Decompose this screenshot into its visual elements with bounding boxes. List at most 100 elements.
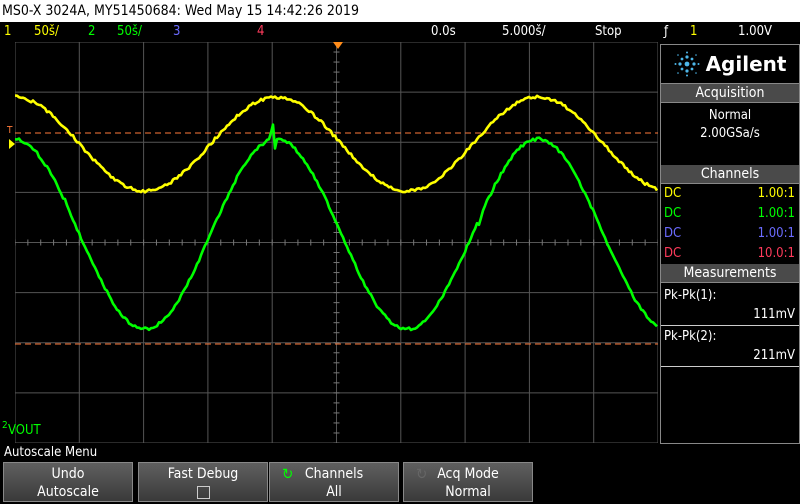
grid-tick	[15, 240, 16, 246]
acquisition-header: Acquisition	[661, 84, 799, 103]
sample-rate: 2.00GSa/s	[661, 125, 799, 143]
time-scale[interactable]: 5.000š/	[502, 22, 546, 42]
grid-tick	[334, 272, 340, 273]
ch4-number[interactable]: 4	[257, 22, 264, 42]
trigger-channel[interactable]: 1	[690, 22, 697, 42]
grid-tick	[334, 372, 340, 373]
grid-tick	[334, 252, 340, 253]
grid-tick	[567, 240, 568, 246]
channel-coupling: DC	[664, 244, 681, 264]
softkey-sublabel: Autoscale	[4, 483, 132, 501]
undo-autoscale-button[interactable]: Undo Autoscale	[3, 462, 133, 502]
acquisition-mode: Normal	[661, 107, 799, 125]
grid-tick	[334, 312, 340, 313]
channel-probe-ratio: 1.00:1	[758, 204, 795, 224]
grid-tick	[334, 182, 340, 183]
grid-tick	[439, 240, 440, 246]
grid-tick	[334, 322, 340, 323]
grid-tick	[334, 82, 340, 83]
grid-tick	[334, 292, 340, 293]
softkey-label: Acq Mode	[437, 466, 499, 482]
grid-tick	[169, 240, 170, 246]
grid-tick	[297, 240, 298, 246]
waveform-display[interactable]	[15, 42, 658, 443]
trigger-level[interactable]: 1.00V	[738, 22, 772, 42]
grid-tick	[92, 240, 93, 246]
channel-row: DC 1.00:1	[661, 184, 799, 204]
agilent-spark-icon	[674, 51, 700, 77]
grid-tick	[334, 402, 340, 403]
trigger-edge-icon: ƒ	[664, 22, 668, 42]
grid-tick	[334, 342, 340, 343]
measurement-name: Pk-Pk(2):	[661, 328, 799, 347]
grid-tick	[334, 92, 340, 93]
softkey-label: Channels	[305, 466, 363, 482]
grid-tick	[334, 142, 340, 143]
grid-tick	[334, 332, 340, 333]
grid-tick	[580, 240, 581, 246]
ch2-number[interactable]: 2	[88, 22, 95, 42]
softkey-sublabel: Normal	[404, 483, 532, 501]
fast-debug-checkbox[interactable]	[197, 486, 210, 499]
grid-tick	[310, 240, 311, 246]
grid-tick	[334, 172, 340, 173]
grid-tick	[619, 240, 620, 246]
grid-tick	[259, 240, 260, 246]
grid-tick	[334, 102, 340, 103]
grid-tick	[426, 240, 427, 246]
grid-tick	[334, 262, 340, 263]
grid-tick	[27, 240, 28, 246]
channels-all-button[interactable]: ↻ Channels All	[269, 462, 399, 502]
grid-tick	[334, 422, 340, 423]
ch1-number[interactable]: 1	[4, 22, 11, 42]
grid-tick	[465, 240, 466, 246]
grid-tick	[334, 432, 340, 433]
measurement-value: 211mV	[661, 347, 799, 367]
grid-tick	[349, 240, 350, 246]
grid-tick	[334, 443, 340, 444]
ch1-scale[interactable]: 50š/	[34, 22, 59, 42]
grid-tick	[195, 240, 196, 246]
channel-row: DC 1.00:1	[661, 204, 799, 224]
grid-tick	[334, 62, 340, 63]
fast-debug-button[interactable]: Fast Debug	[138, 462, 268, 502]
grid-tick	[246, 240, 247, 246]
grid-tick	[334, 52, 340, 53]
grid-tick	[334, 362, 340, 363]
channel-coupling: DC	[664, 224, 681, 244]
brand-logo: Agilent	[661, 45, 799, 84]
grid-tick	[117, 240, 118, 246]
grid-tick	[334, 302, 340, 303]
measurements-section: Pk-Pk(1): 111mV Pk-Pk(2): 211mV	[661, 283, 799, 367]
channel-row: DC 10.0:1	[661, 244, 799, 264]
channels-section: DC 1.00:1 DC 1.00:1 DC 1.00:1 DC 10.0:1	[661, 184, 799, 264]
grid-tick	[529, 240, 530, 246]
grid-tick	[220, 240, 221, 246]
time-offset[interactable]: 0.0s	[431, 22, 456, 42]
grid-tick	[375, 240, 376, 246]
grid-tick	[79, 240, 80, 246]
ch1-marker-icon[interactable]	[9, 139, 15, 149]
channel-probe-ratio: 10.0:1	[758, 244, 795, 264]
measurement-name: Pk-Pk(1):	[661, 287, 799, 306]
measurements-header: Measurements	[661, 264, 799, 283]
grid-tick	[285, 240, 286, 246]
grid-tick	[334, 282, 340, 283]
grid-tick	[334, 122, 340, 123]
grid-tick	[233, 240, 234, 246]
rotate-knob-icon: ↻	[282, 465, 293, 483]
grid-tick	[334, 242, 340, 243]
side-panel: Agilent Acquisition Normal 2.00GSa/s Cha…	[660, 44, 800, 444]
acq-mode-button[interactable]: ↻ Acq Mode Normal	[403, 462, 533, 502]
grid-tick	[323, 240, 324, 246]
softkey-label: Undo	[4, 465, 132, 483]
channel-probe-ratio: 1.00:1	[758, 224, 795, 244]
grid-tick	[334, 392, 340, 393]
window-title: MS0-X 3024A, MY51450684: Wed May 15 14:4…	[0, 0, 800, 22]
ch2-scale[interactable]: 50š/	[117, 22, 142, 42]
run-state[interactable]: Stop	[595, 22, 622, 42]
grid-tick	[105, 240, 106, 246]
grid-tick	[542, 240, 543, 246]
ch3-number[interactable]: 3	[173, 22, 180, 42]
grid-tick	[334, 352, 340, 353]
